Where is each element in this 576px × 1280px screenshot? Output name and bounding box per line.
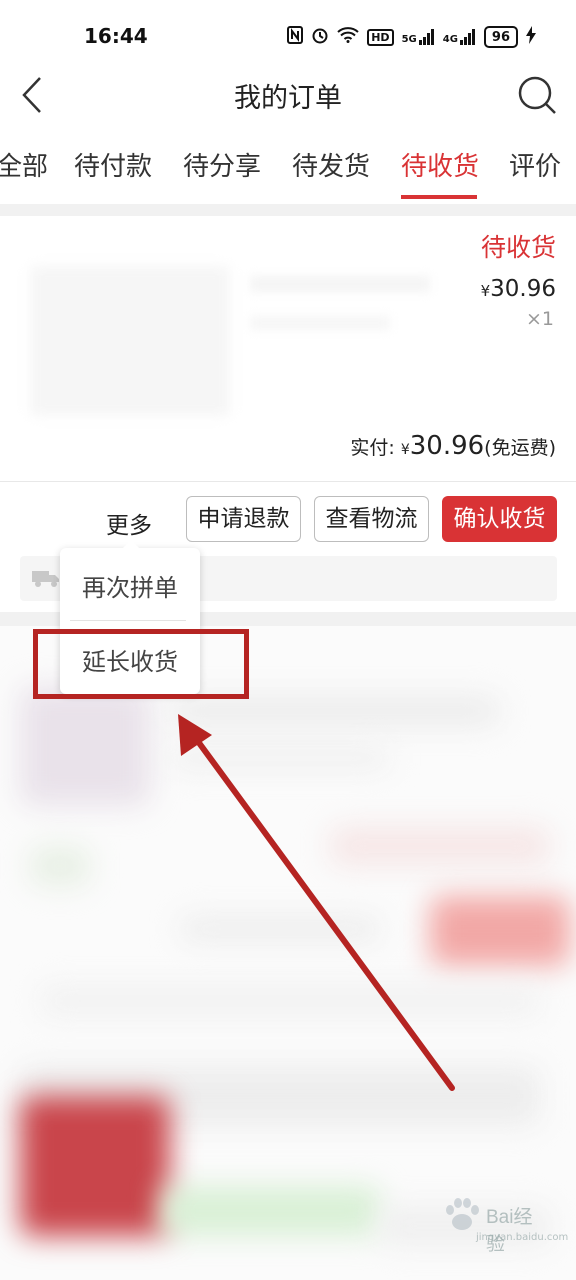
product-spec-blurred (250, 316, 390, 330)
wifi-icon (337, 27, 359, 47)
baidu-watermark: Bai经验 jingyan.baidu.com (438, 1194, 568, 1256)
reorder-menu-item[interactable]: 再次拼单 (60, 568, 200, 603)
active-tab-indicator (401, 195, 477, 199)
blurred-line (180, 916, 380, 942)
section-divider (0, 204, 576, 216)
blurred-line (330, 826, 550, 866)
watermark-brand: Bai (486, 1207, 514, 1228)
search-button[interactable] (516, 72, 558, 118)
tab-all[interactable]: 全部 (0, 146, 48, 183)
product-title-blurred (250, 276, 430, 292)
currency-symbol: ¥ (480, 282, 491, 300)
blurred-thumbnail (20, 1096, 170, 1236)
popup-arrow (122, 540, 140, 549)
status-time: 16:44 (84, 24, 148, 48)
page-title: 我的订单 (234, 83, 342, 114)
charging-icon (526, 26, 536, 48)
product-thumbnail[interactable] (30, 266, 230, 416)
price-value: 30.96 (490, 276, 556, 302)
battery-level: 96 (491, 29, 510, 45)
tab-pending-receipt[interactable]: 待收货 (401, 146, 479, 183)
product-quantity: ×1 (525, 308, 554, 330)
tab-review[interactable]: 评价 (509, 146, 561, 183)
paw-logo-icon (446, 1198, 479, 1230)
blurred-line (40, 986, 540, 1016)
order-status: 待收货 (480, 233, 556, 262)
signal-4g-label: 4G (442, 34, 458, 45)
blurred-banner (160, 1186, 380, 1236)
track-logistics-button[interactable]: 查看物流 (314, 496, 429, 542)
annotation-highlight-box (33, 629, 249, 699)
paid-label: 实付: (350, 437, 395, 459)
tab-pending-payment[interactable]: 待付款 (74, 146, 152, 183)
popup-divider (70, 620, 186, 621)
tab-pending-share[interactable]: 待分享 (183, 146, 261, 183)
shipping-note: (免运费) (484, 437, 556, 459)
watermark-url: jingyan.baidu.com (476, 1232, 569, 1243)
truck-icon (32, 571, 59, 587)
blurred-order-list (0, 626, 576, 1280)
more-button[interactable]: 更多 (106, 506, 152, 540)
divider (0, 481, 576, 482)
blurred-button (430, 896, 570, 966)
battery-icon: 96 (483, 26, 518, 48)
paid-amount-row: 实付: ¥30.96(免运费) (350, 431, 556, 461)
blurred-line (170, 746, 390, 770)
order-tabs: 全部 待付款 待分享 待发货 待收货 评价 (0, 128, 576, 204)
watermark-text: Bai经验 (486, 1202, 548, 1256)
status-icons: HD 5G 4G 96 (287, 26, 536, 48)
search-icon (518, 76, 556, 114)
tab-pending-shipment[interactable]: 待发货 (292, 146, 370, 183)
refund-button[interactable]: 申请退款 (186, 496, 301, 542)
signal-4g-icon: 4G (443, 29, 476, 45)
signal-5g-label: 5G (401, 34, 417, 45)
blurred-icon (30, 846, 90, 886)
blurred-line (170, 696, 500, 726)
paid-amount: 30.96 (409, 431, 485, 461)
hd-icon: HD (367, 28, 394, 46)
product-price: ¥30.96 (481, 276, 556, 302)
paid-currency: ¥ (400, 442, 410, 458)
blurred-thumbnail (20, 686, 150, 806)
alarm-icon (311, 26, 329, 48)
nfc-icon (287, 26, 304, 48)
signal-5g-icon: 5G (402, 29, 435, 45)
confirm-receipt-button[interactable]: 确认收货 (442, 496, 557, 542)
header: 我的订单 (0, 62, 576, 128)
